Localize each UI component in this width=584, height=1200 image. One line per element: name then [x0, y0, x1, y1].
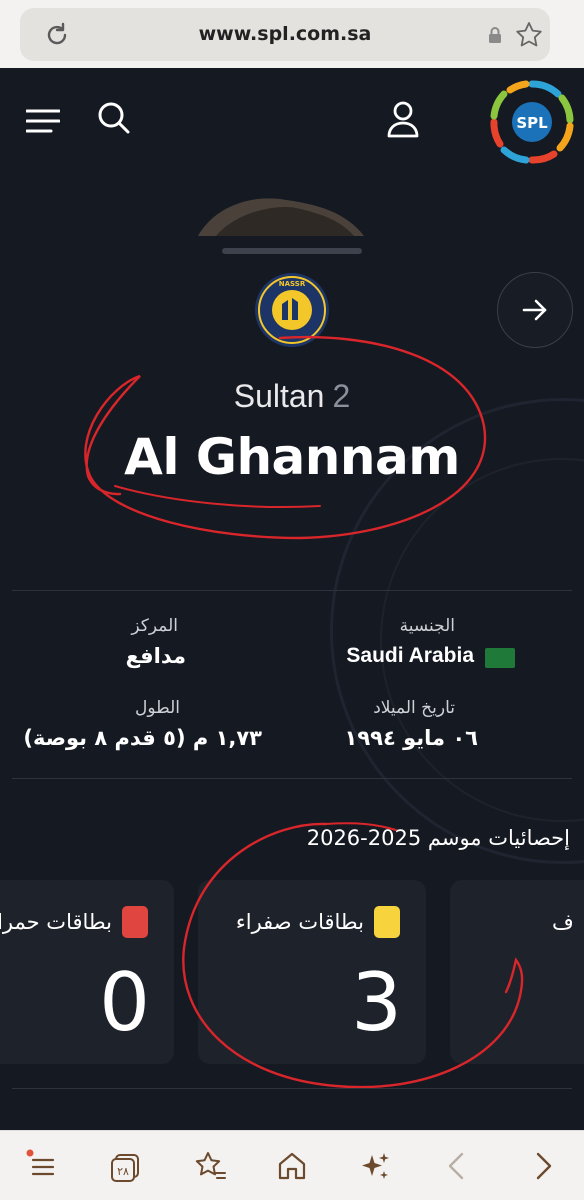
- player-first-line: Sultan 2: [0, 378, 584, 415]
- player-shirt-number: 2: [332, 378, 351, 414]
- divider-middle: [12, 778, 572, 779]
- menu-list-icon[interactable]: [26, 1149, 60, 1183]
- svg-text:SPL: SPL: [516, 114, 548, 132]
- stat-card-value: 3: [351, 956, 402, 1049]
- url-text[interactable]: www.spl.com.sa: [20, 23, 550, 45]
- season-stats-title: إحصائيات موسم 2025-2026: [306, 826, 570, 850]
- yellow-card-icon: [374, 906, 400, 938]
- height-label: الطول: [135, 698, 180, 718]
- al-nassr-badge[interactable]: NASSR: [254, 272, 330, 348]
- nationality-label: الجنسية: [399, 616, 455, 636]
- arrow-right-icon: [522, 299, 547, 321]
- back-arrow-icon[interactable]: [440, 1149, 474, 1183]
- player-last-name: Al Ghannam: [124, 428, 460, 486]
- stat-card-yellow-cards[interactable]: بطاقات صفراء 3: [198, 880, 426, 1064]
- divider-bottom: [12, 1088, 572, 1089]
- tabs-icon: ٢٨: [111, 1154, 139, 1182]
- birthdate-value: ٠٦ مايو ١٩٩٤: [344, 726, 478, 750]
- tabs-button[interactable]: ٢٨: [108, 1149, 142, 1183]
- birthdate-label: تاريخ الميلاد: [373, 698, 455, 718]
- saudi-flag-icon: [485, 648, 515, 668]
- forward-arrow-icon[interactable]: [526, 1149, 560, 1183]
- bookmark-star-icon[interactable]: [514, 20, 544, 50]
- nationality-value: Saudi Arabia: [346, 644, 474, 667]
- next-player-button[interactable]: [497, 272, 573, 348]
- player-photo: [198, 198, 364, 236]
- position-label: المركز: [131, 616, 178, 636]
- svg-text:NASSR: NASSR: [279, 280, 306, 288]
- height-value: ١,٧٣ م (٥ قدم ٨ بوصة): [23, 726, 262, 750]
- svg-text:٢٨: ٢٨: [117, 1165, 129, 1178]
- red-card-icon: [122, 906, 148, 938]
- spl-logo[interactable]: SPL: [490, 80, 574, 164]
- search-icon[interactable]: [96, 100, 132, 136]
- address-bar[interactable]: www.spl.com.sa: [20, 8, 550, 61]
- menu-icon[interactable]: [26, 108, 60, 134]
- lock-icon: [489, 27, 501, 43]
- stat-card-label: بطاقات حمراء: [0, 910, 112, 934]
- divider-top: [12, 590, 572, 591]
- position-value: مدافع: [125, 644, 186, 668]
- bookmarks-star-icon[interactable]: [193, 1149, 227, 1183]
- stat-card-label: ف: [552, 910, 574, 934]
- user-icon[interactable]: [386, 100, 420, 138]
- browser-toolbar: www.spl.com.sa: [0, 0, 584, 68]
- carousel-handle[interactable]: [222, 248, 362, 254]
- sparkle-ai-icon[interactable]: [358, 1149, 392, 1183]
- stat-card-label: بطاقات صفراء: [235, 910, 364, 934]
- browser-bottom-bar: ٢٨: [0, 1130, 584, 1200]
- player-page: SPL NASSR Sultan 2 Al Ghannam الجنسية Sau…: [0, 68, 584, 1130]
- stat-card-red-cards[interactable]: بطاقات حمراء 0: [0, 880, 174, 1064]
- home-icon[interactable]: [275, 1149, 309, 1183]
- stat-card-next[interactable]: ف: [450, 880, 584, 1064]
- player-first-name: Sultan: [233, 378, 325, 414]
- stat-card-value: 0: [99, 956, 150, 1049]
